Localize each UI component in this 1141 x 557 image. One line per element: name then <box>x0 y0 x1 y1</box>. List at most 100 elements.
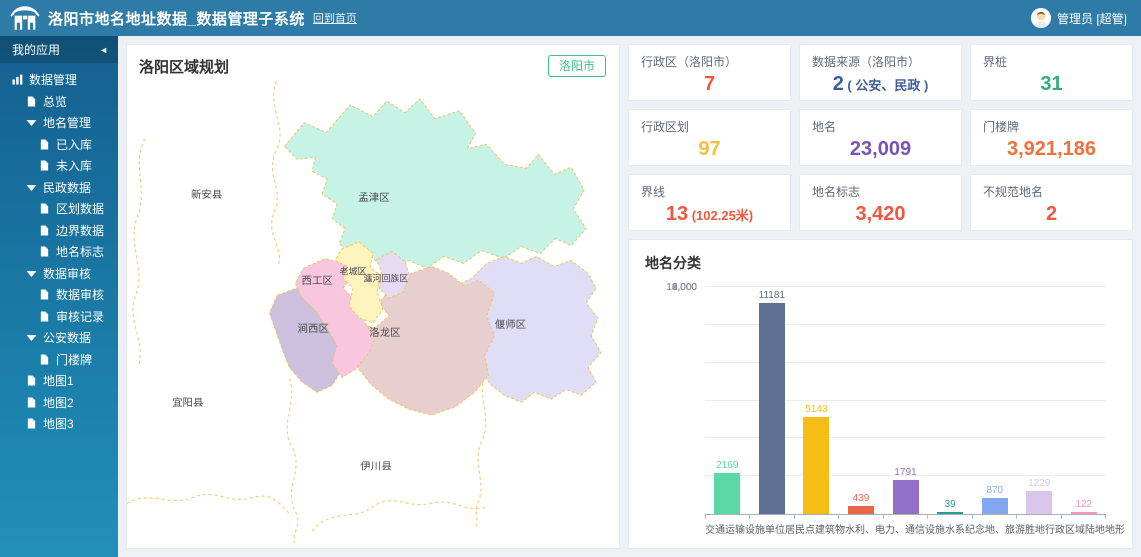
city-tag-button[interactable]: 洛阳市 <box>548 55 606 77</box>
chart-panel: 地名分类 02,0004,0006,0008,00010,00012,00021… <box>628 239 1133 549</box>
stat-card: 界线13 (102.25米) <box>628 174 791 231</box>
x-tick <box>973 515 1017 519</box>
home-link[interactable]: 回到首页 <box>313 10 357 26</box>
stat-card: 地名标志 3,420 <box>799 174 962 231</box>
sidebar-item-地图2[interactable]: 地图2 <box>0 392 118 414</box>
sidebar-item-地图3[interactable]: 地图3 <box>0 413 118 435</box>
stat-label: 地名 <box>812 118 949 135</box>
sidebar-item-label: 数据审核 <box>56 286 104 303</box>
stat-label: 地名标志 <box>812 183 949 200</box>
bar-slot: 439 <box>839 287 884 514</box>
x-axis-category-label: 纪念地、旅游胜地 <box>965 521 1045 536</box>
bar-chart-plot: 02,0004,0006,0008,00010,00012,0002169111… <box>705 287 1106 515</box>
bar-value-label: 11181 <box>759 290 785 301</box>
stat-value: 2 <box>983 203 1120 225</box>
file-icon <box>39 225 50 236</box>
file-icon <box>26 96 37 107</box>
bars-container: 21691118151434391791398701229122 <box>705 287 1106 514</box>
file-icon <box>26 397 37 408</box>
x-axis-category-label: 居民点 <box>785 521 815 536</box>
bar-行政区域 <box>1026 491 1052 514</box>
sidebar-item-区划数据[interactable]: 区划数据 <box>0 198 118 220</box>
stat-value: 7 <box>641 73 778 95</box>
map-label-xigong: 西工区 <box>302 275 333 287</box>
sidebar-item-label: 地图2 <box>43 394 74 411</box>
sidebar-item-门楼牌[interactable]: 门楼牌 <box>0 349 118 371</box>
x-tick <box>795 515 839 519</box>
app-title: 洛阳市地名地址数据_数据管理子系统 <box>48 8 305 29</box>
stat-value: 3,921,186 <box>983 138 1120 160</box>
stat-suffix: (102.25米) <box>688 208 753 223</box>
sidebar-header[interactable]: 我的应用 ◄ <box>0 36 118 63</box>
map-label-xinan: 新安县 <box>191 188 222 201</box>
sidebar-item-公安数据[interactable]: 公安数据 <box>0 327 118 349</box>
sidebar-item-边界数据[interactable]: 边界数据 <box>0 220 118 242</box>
stat-value: 97 <box>641 138 778 160</box>
sidebar-item-label: 数据审核 <box>43 265 91 282</box>
sidebar-item-label: 未入库 <box>56 157 92 174</box>
x-tick <box>928 515 972 519</box>
sidebar-item-数据管理[interactable]: 数据管理 <box>0 69 118 91</box>
stat-value: 2 ( 公安、民政 ) <box>812 73 949 95</box>
sidebar-item-label: 审核记录 <box>56 308 104 325</box>
x-tick <box>1017 515 1061 519</box>
user-menu[interactable]: 管理员 [超管] <box>1031 8 1127 28</box>
stat-card: 界桩 31 <box>970 44 1133 101</box>
caret-icon <box>26 182 37 193</box>
stat-value: 31 <box>983 73 1120 95</box>
sidebar-menu: 数据管理总览地名管理已入库未入库民政数据区划数据边界数据地名标志数据审核数据审核… <box>0 63 118 435</box>
sidebar-item-label: 地图1 <box>43 372 74 389</box>
sidebar-item-审核记录[interactable]: 审核记录 <box>0 306 118 328</box>
sidebar-item-地图1[interactable]: 地图1 <box>0 370 118 392</box>
bar-slot: 5143 <box>794 287 839 514</box>
stat-card: 行政区划97 <box>628 109 791 166</box>
bar-value-label: 39 <box>945 499 956 510</box>
x-tick <box>1062 515 1106 519</box>
sidebar-item-数据审核[interactable]: 数据审核 <box>0 263 118 285</box>
sidebar-item-总览[interactable]: 总览 <box>0 91 118 113</box>
district-mengjin[interactable] <box>284 99 586 271</box>
x-axis-category-label: 单位 <box>765 521 785 536</box>
map-label-mengjin: 孟津区 <box>358 192 389 204</box>
file-icon <box>26 375 37 386</box>
sidebar: 我的应用 ◄ 数据管理总览地名管理已入库未入库民政数据区划数据边界数据地名标志数… <box>0 36 118 557</box>
x-axis-ticks <box>705 515 1106 519</box>
stat-value: 3,420 <box>812 203 949 225</box>
county-boundary <box>133 138 145 364</box>
sidebar-item-数据审核[interactable]: 数据审核 <box>0 284 118 306</box>
x-tick <box>705 515 750 519</box>
sidebar-item-label: 区划数据 <box>56 200 104 217</box>
bar-value-label: 439 <box>853 493 870 504</box>
sidebar-item-地名管理[interactable]: 地名管理 <box>0 112 118 134</box>
x-axis-category-label: 水利、电力、通信设施 <box>845 521 945 536</box>
bar-水系 <box>937 512 963 514</box>
sidebar-item-民政数据[interactable]: 民政数据 <box>0 177 118 199</box>
user-avatar <box>1031 8 1051 28</box>
stat-value: 13 (102.25米) <box>641 203 778 225</box>
x-axis-category-label: 陆地地形 <box>1085 521 1125 536</box>
county-boundary <box>272 81 281 265</box>
sidebar-item-label: 民政数据 <box>43 179 91 196</box>
sidebar-item-label: 边界数据 <box>56 222 104 239</box>
y-axis-tick-label: 12,000 <box>647 282 697 287</box>
sidebar-item-label: 门楼牌 <box>56 351 92 368</box>
x-tick <box>884 515 928 519</box>
bar-单位 <box>759 303 785 515</box>
file-icon <box>39 289 50 300</box>
stat-suffix: ( 公安、民政 ) <box>844 78 929 93</box>
sidebar-item-地名标志[interactable]: 地名标志 <box>0 241 118 263</box>
stat-label: 界桩 <box>983 53 1120 70</box>
map-label-chanhe: 瀍河回族区 <box>364 272 409 283</box>
sidebar-item-未入库[interactable]: 未入库 <box>0 155 118 177</box>
sidebar-item-已入库[interactable]: 已入库 <box>0 134 118 156</box>
map-label-yiyang: 宜阳县 <box>172 396 203 409</box>
bar-建筑物 <box>848 506 874 514</box>
collapse-arrow-icon[interactable]: ◄ <box>99 45 108 55</box>
file-icon <box>39 203 50 214</box>
chart-title: 地名分类 <box>645 253 1116 273</box>
x-axis-labels: 交通运输设施单位居民点建筑物水利、电力、通信设施水系纪念地、旅游胜地行政区域陆地… <box>705 521 1106 536</box>
region-map[interactable]: 新安县 孟津区 西工区 老城区 瀍河回族区 涧西区 洛龙区 偃师区 宜阳县 伊川… <box>127 79 619 546</box>
county-boundary <box>312 501 485 532</box>
right-panel: 行政区（洛阳市）7数据来源（洛阳市）2 ( 公安、民政 )界桩31行政区划97地… <box>628 44 1133 549</box>
stat-card: 不规范地名2 <box>970 174 1133 231</box>
